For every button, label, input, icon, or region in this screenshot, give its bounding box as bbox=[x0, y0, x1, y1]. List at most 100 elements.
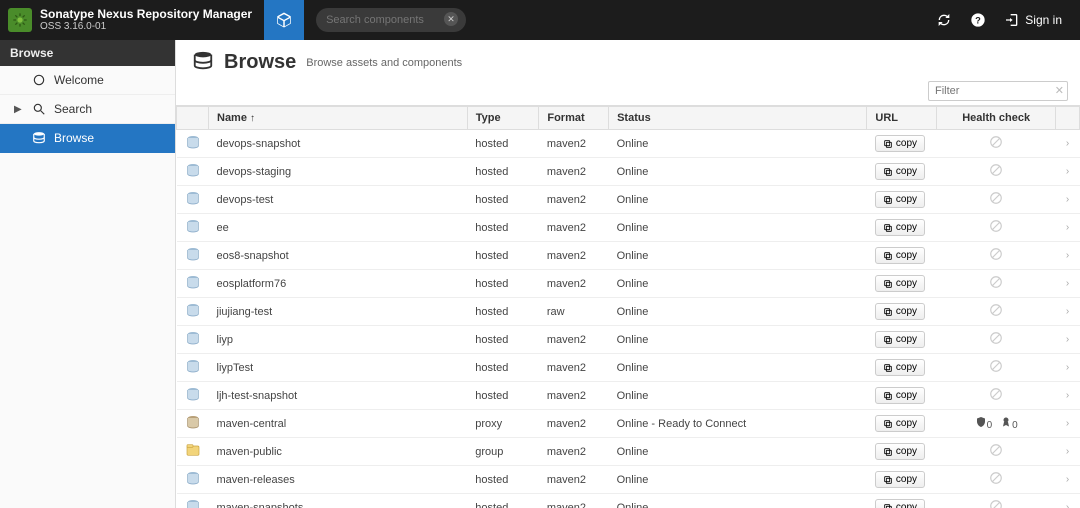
table-row[interactable]: jiujiang-test hosted raw Online copy › bbox=[177, 298, 1080, 326]
copy-url-button[interactable]: copy bbox=[875, 443, 925, 460]
table-row[interactable]: maven-public group maven2 Online copy › bbox=[177, 438, 1080, 466]
row-expand[interactable]: › bbox=[1056, 438, 1080, 466]
copy-icon bbox=[883, 251, 893, 261]
cell-format: maven2 bbox=[539, 466, 609, 494]
table-row[interactable]: maven-snapshots hosted maven2 Online cop… bbox=[177, 494, 1080, 508]
cell-name: jiujiang-test bbox=[209, 298, 468, 326]
table-row[interactable]: maven-releases hosted maven2 Online copy… bbox=[177, 466, 1080, 494]
copy-url-button[interactable]: copy bbox=[875, 275, 925, 292]
shield-icon bbox=[975, 416, 987, 428]
sidebar-item-search[interactable]: ▶ Search bbox=[0, 95, 175, 124]
table-row[interactable]: eos8-snapshot hosted maven2 Online copy … bbox=[177, 242, 1080, 270]
row-expand[interactable]: › bbox=[1056, 354, 1080, 382]
row-expand[interactable]: › bbox=[1056, 494, 1080, 508]
row-expand[interactable]: › bbox=[1056, 270, 1080, 298]
cell-status: Online bbox=[609, 382, 867, 410]
cell-status: Online bbox=[609, 438, 867, 466]
search-clear-icon[interactable]: ✕ bbox=[444, 12, 458, 26]
cell-format: maven2 bbox=[539, 242, 609, 270]
disabled-icon bbox=[989, 219, 1003, 233]
filter-input[interactable] bbox=[928, 81, 1068, 101]
nexus-logo bbox=[8, 8, 32, 32]
page-heading: Browse Browse assets and components bbox=[176, 40, 1080, 81]
repo-hosted-icon bbox=[185, 386, 201, 402]
sidebar-item-label: Search bbox=[54, 102, 92, 116]
search-input[interactable] bbox=[326, 14, 456, 26]
copy-url-button[interactable]: copy bbox=[875, 163, 925, 180]
cell-status: Online bbox=[609, 214, 867, 242]
copy-url-button[interactable]: copy bbox=[875, 135, 925, 152]
repo-hosted-icon bbox=[185, 218, 201, 234]
copy-icon bbox=[883, 167, 893, 177]
table-row[interactable]: eosplatform76 hosted maven2 Online copy … bbox=[177, 270, 1080, 298]
column-type[interactable]: Type bbox=[467, 107, 539, 130]
copy-url-button[interactable]: copy bbox=[875, 303, 925, 320]
repository-table: Name↑ Type Format Status URL Health chec… bbox=[176, 106, 1080, 508]
cell-name: eosplatform76 bbox=[209, 270, 468, 298]
cell-health bbox=[937, 298, 1056, 326]
table-row[interactable]: ee hosted maven2 Online copy › bbox=[177, 214, 1080, 242]
signin-button[interactable]: Sign in bbox=[1004, 12, 1062, 28]
copy-url-button[interactable]: copy bbox=[875, 247, 925, 264]
column-format[interactable]: Format bbox=[539, 107, 609, 130]
cell-status: Online bbox=[609, 298, 867, 326]
cell-health bbox=[937, 438, 1056, 466]
cell-status: Online - Ready to Connect bbox=[609, 410, 867, 438]
row-expand[interactable]: › bbox=[1056, 186, 1080, 214]
table-row[interactable]: maven-central proxy maven2 Online - Read… bbox=[177, 410, 1080, 438]
copy-url-button[interactable]: copy bbox=[875, 387, 925, 404]
sidebar-item-browse[interactable]: Browse bbox=[0, 124, 175, 153]
row-expand[interactable]: › bbox=[1056, 130, 1080, 158]
row-expand[interactable]: › bbox=[1056, 158, 1080, 186]
cell-name: devops-snapshot bbox=[209, 130, 468, 158]
browse-mode-button[interactable] bbox=[264, 0, 304, 40]
row-expand[interactable]: › bbox=[1056, 466, 1080, 494]
column-status[interactable]: Status bbox=[609, 107, 867, 130]
table-row[interactable]: devops-test hosted maven2 Online copy › bbox=[177, 186, 1080, 214]
cell-type: proxy bbox=[467, 410, 539, 438]
sort-asc-icon: ↑ bbox=[250, 113, 255, 124]
copy-icon bbox=[883, 279, 893, 289]
copy-url-button[interactable]: copy bbox=[875, 415, 925, 432]
copy-url-button[interactable]: copy bbox=[875, 359, 925, 376]
shield-badge: 0 bbox=[975, 416, 993, 431]
disabled-icon bbox=[989, 499, 1003, 508]
cell-health bbox=[937, 354, 1056, 382]
column-name[interactable]: Name↑ bbox=[209, 107, 468, 130]
table-row[interactable]: liypTest hosted maven2 Online copy › bbox=[177, 354, 1080, 382]
table-row[interactable]: liyp hosted maven2 Online copy › bbox=[177, 326, 1080, 354]
copy-url-button[interactable]: copy bbox=[875, 219, 925, 236]
copy-url-button[interactable]: copy bbox=[875, 471, 925, 488]
copy-url-button[interactable]: copy bbox=[875, 331, 925, 348]
table-row[interactable]: ljh-test-snapshot hosted maven2 Online c… bbox=[177, 382, 1080, 410]
copy-icon bbox=[883, 223, 893, 233]
copy-icon bbox=[883, 139, 893, 149]
sidebar-item-welcome[interactable]: Welcome bbox=[0, 66, 175, 95]
disabled-icon bbox=[989, 359, 1003, 373]
global-search[interactable]: ✕ bbox=[316, 8, 466, 32]
row-expand[interactable]: › bbox=[1056, 410, 1080, 438]
filter-clear-icon[interactable]: ✕ bbox=[1055, 84, 1064, 97]
row-expand[interactable]: › bbox=[1056, 214, 1080, 242]
row-expand[interactable]: › bbox=[1056, 298, 1080, 326]
help-icon bbox=[970, 12, 986, 28]
column-health[interactable]: Health check bbox=[937, 107, 1056, 130]
table-row[interactable]: devops-snapshot hosted maven2 Online cop… bbox=[177, 130, 1080, 158]
cell-status: Online bbox=[609, 466, 867, 494]
column-url[interactable]: URL bbox=[867, 107, 937, 130]
refresh-button[interactable] bbox=[936, 12, 952, 28]
copy-url-button[interactable]: copy bbox=[875, 499, 925, 508]
cell-health: 0 0 bbox=[937, 410, 1056, 438]
table-row[interactable]: devops-staging hosted maven2 Online copy… bbox=[177, 158, 1080, 186]
cell-format: maven2 bbox=[539, 130, 609, 158]
repo-hosted-icon bbox=[185, 470, 201, 486]
cell-type: hosted bbox=[467, 242, 539, 270]
row-expand[interactable]: › bbox=[1056, 382, 1080, 410]
cell-type: hosted bbox=[467, 326, 539, 354]
row-expand[interactable]: › bbox=[1056, 326, 1080, 354]
copy-url-button[interactable]: copy bbox=[875, 191, 925, 208]
column-icon[interactable] bbox=[177, 107, 209, 130]
help-button[interactable] bbox=[970, 12, 986, 28]
sidebar-item-label: Browse bbox=[54, 131, 94, 145]
row-expand[interactable]: › bbox=[1056, 242, 1080, 270]
